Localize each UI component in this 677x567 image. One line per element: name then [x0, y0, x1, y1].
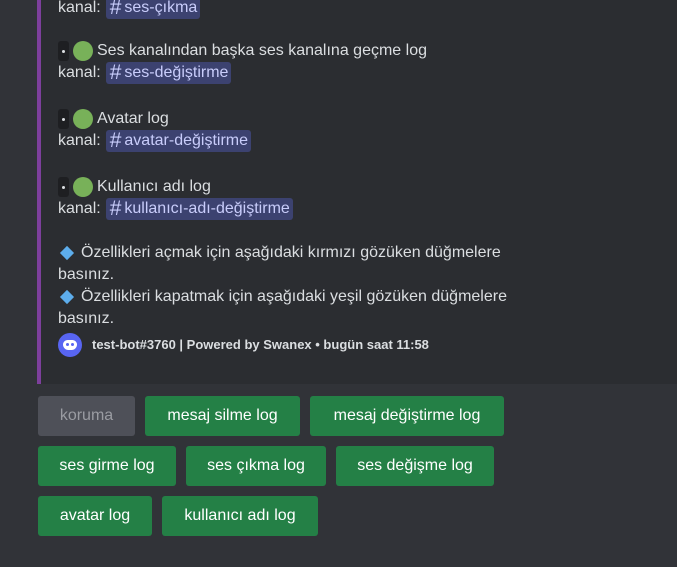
note-line: Özellikleri açmak için aşağıdaki kırmızı…: [81, 244, 501, 261]
button-label: ses değişme log: [357, 457, 473, 474]
button-label: mesaj silme log: [167, 407, 278, 424]
channel-mention-kullanici-adi-degistirme[interactable]: # kullanıcı-adı-değiştirme: [105, 197, 293, 220]
hash-icon: #: [109, 197, 122, 220]
embed-card: kanal: # ses-çıkma Ses kanalından başka …: [37, 0, 677, 384]
note-line: basınız.: [58, 310, 115, 327]
hash-icon: #: [109, 61, 122, 84]
embed-footer: test-bot#3760 | Powered by Swanex • bugü…: [58, 333, 429, 357]
bullet-icon: [58, 177, 69, 197]
button-label: avatar log: [59, 507, 131, 524]
mesaj-silme-log-button[interactable]: mesaj silme log: [145, 396, 300, 436]
note-close-features: Özellikleri kapatmak için aşağıdaki yeşi…: [58, 286, 507, 330]
mesaj-degistirme-log-button[interactable]: mesaj değiştirme log: [310, 396, 504, 436]
bullet-icon: [58, 109, 69, 129]
note-line: Özellikleri kapatmak için aşağıdaki yeşi…: [81, 288, 507, 305]
discord-icon: [58, 333, 82, 357]
kanal-label: kanal:: [58, 0, 101, 16]
ses-girme-log-button[interactable]: ses girme log: [38, 446, 176, 486]
button-label: mesaj değiştirme log: [333, 407, 481, 424]
log-title: Avatar log: [97, 110, 169, 127]
channel-name: kullanıcı-adı-değiştirme: [124, 200, 290, 217]
channel-name: ses-değiştirme: [124, 64, 229, 81]
log-item-ses-degistirme: Ses kanalından başka ses kanalına geçme …: [58, 40, 427, 84]
koruma-button[interactable]: koruma: [38, 396, 135, 436]
kanal-label: kanal:: [58, 64, 101, 81]
channel-mention-ses-cikma[interactable]: # ses-çıkma: [105, 0, 201, 19]
ses-cikma-log-button[interactable]: ses çıkma log: [186, 446, 326, 486]
channel-mention-ses-degistirme[interactable]: # ses-değiştirme: [105, 61, 232, 84]
green-circle-icon: [73, 41, 93, 61]
bullet-icon: [58, 41, 69, 61]
note-open-features: Özellikleri açmak için aşağıdaki kırmızı…: [58, 242, 501, 286]
channel-name: avatar-değiştirme: [124, 132, 248, 149]
channel-name: ses-çıkma: [124, 0, 198, 16]
note-line: basınız.: [58, 266, 115, 283]
log-title: Ses kanalından başka ses kanalına geçme …: [97, 42, 427, 59]
kullanici-adi-log-button[interactable]: kullanıcı adı log: [162, 496, 318, 536]
hash-icon: #: [109, 0, 122, 19]
log-item-kullanici-adi: Kullanıcı adı log kanal: # kullanıcı-adı…: [58, 176, 293, 220]
log-title: Kullanıcı adı log: [97, 178, 211, 195]
green-circle-icon: [73, 109, 93, 129]
footer-text: test-bot#3760 | Powered by Swanex • bugü…: [92, 337, 429, 352]
avatar-log-button[interactable]: avatar log: [38, 496, 152, 536]
button-label: ses çıkma log: [207, 457, 305, 474]
button-label: kullanıcı adı log: [184, 507, 296, 524]
hash-icon: #: [109, 129, 122, 152]
ses-degisme-log-button[interactable]: ses değişme log: [336, 446, 494, 486]
channel-mention-avatar-degistirme[interactable]: # avatar-değiştirme: [105, 129, 251, 152]
kanal-label: kanal:: [58, 132, 101, 149]
blue-diamond-icon: [59, 289, 75, 305]
kanal-label: kanal:: [58, 200, 101, 217]
green-circle-icon: [73, 177, 93, 197]
log-item-avatar: Avatar log kanal: # avatar-değiştirme: [58, 108, 251, 152]
blue-diamond-icon: [59, 245, 75, 261]
kanal-row-ses-cikma: kanal: # ses-çıkma: [58, 0, 201, 19]
button-label: koruma: [59, 407, 114, 424]
button-label: ses girme log: [59, 457, 155, 474]
